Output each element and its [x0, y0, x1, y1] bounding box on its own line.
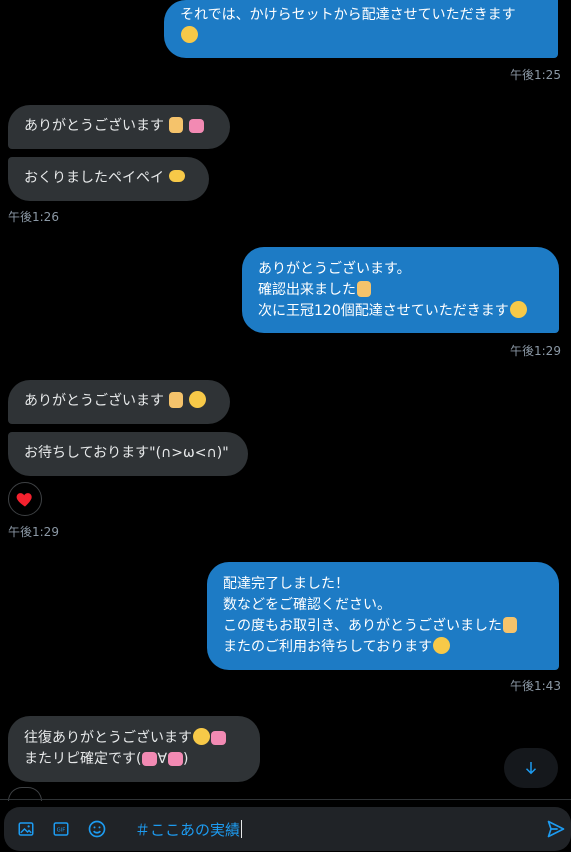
image-icon[interactable] [15, 818, 37, 840]
message-text: この度もお取引き、ありがとうございました [223, 618, 503, 634]
smiling-face-emoji-icon [188, 391, 206, 408]
message-input-value: ＃ここあの実績 [135, 821, 241, 839]
message-input[interactable]: ＃ここあの実績 [135, 819, 243, 840]
scroll-to-bottom-button[interactable] [504, 748, 558, 788]
composer-divider [0, 799, 571, 800]
timestamp: 午後1:29 [8, 525, 59, 539]
gif-icon[interactable]: GIF [50, 818, 72, 840]
heart-hands-emoji-icon [169, 170, 186, 182]
send-icon[interactable] [545, 818, 567, 840]
message-outgoing[interactable]: 配達完了しました！ 数などをご確認ください。 この度もお取引き、ありがとうござい… [207, 562, 559, 670]
timestamp: 午後1:43 [510, 679, 561, 693]
message-text: 確認出来ました [258, 282, 356, 298]
message-text: ありがとうございます [24, 118, 164, 134]
bowing-person-emoji-icon [503, 617, 518, 633]
timestamp: 午後1:25 [510, 68, 561, 82]
message-text: おくりましたペイペイ [24, 170, 164, 186]
message-outgoing[interactable]: それでは、かけらセットから配達させていただきます [164, 0, 558, 58]
folded-hands-emoji-icon [357, 281, 371, 297]
message-text: お待ちしております"(∩>ω<∩)" [24, 445, 229, 461]
heart-reaction[interactable] [8, 482, 42, 516]
timestamp: 午後1:29 [510, 344, 561, 358]
message-text: 数などをご確認ください。 [223, 597, 391, 613]
message-text: ∀ [157, 751, 168, 767]
arrow-down-icon [525, 762, 537, 775]
message-text: ありがとうございます。 [258, 261, 411, 277]
heart-emoji-icon [142, 752, 158, 766]
smiling-face-emoji-icon [181, 26, 198, 43]
message-incoming[interactable]: おくりましたペイペイ [8, 157, 209, 201]
timestamp: 午後1:26 [8, 210, 59, 224]
heart-icon [16, 493, 32, 507]
bowing-person-emoji-icon [169, 392, 184, 408]
message-incoming[interactable]: ありがとうございます [8, 380, 230, 424]
heart-emoji-icon [168, 752, 184, 766]
message-incoming[interactable]: 往復ありがとうございます またリピ確定です( ∀) [8, 716, 260, 782]
smiling-face-with-hearts-emoji-icon [433, 637, 451, 654]
two-hearts-emoji-icon [211, 731, 226, 745]
message-incoming[interactable]: お待ちしております"(∩>ω<∩)" [8, 432, 248, 476]
message-outgoing[interactable]: ありがとうございます。 確認出来ました 次に王冠120個配達させていただきます [242, 247, 559, 333]
bowing-person-emoji-icon [169, 117, 184, 133]
message-text: ) [183, 751, 189, 767]
message-text: またリピ確定です( [24, 751, 142, 767]
smiling-face-emoji-icon [193, 728, 210, 745]
two-hearts-emoji-icon [188, 119, 204, 133]
message-text: それでは、かけらセットから配達させていただきます [180, 7, 516, 23]
emoji-icon[interactable] [86, 818, 108, 840]
message-text: またのご利用お待ちしております [223, 639, 433, 655]
saluting-face-emoji-icon [509, 301, 527, 318]
message-incoming[interactable]: ありがとうございます [8, 105, 230, 149]
text-caret [241, 820, 243, 838]
svg-text:GIF: GIF [57, 828, 66, 834]
message-text: ありがとうございます [24, 393, 164, 409]
message-text: 配達完了しました！ [223, 576, 349, 592]
message-text: 往復ありがとうございます [24, 730, 192, 746]
message-composer: GIF ＃ここあの実績 [4, 807, 571, 851]
message-text: 次に王冠120個配達させていただきます [258, 303, 509, 319]
